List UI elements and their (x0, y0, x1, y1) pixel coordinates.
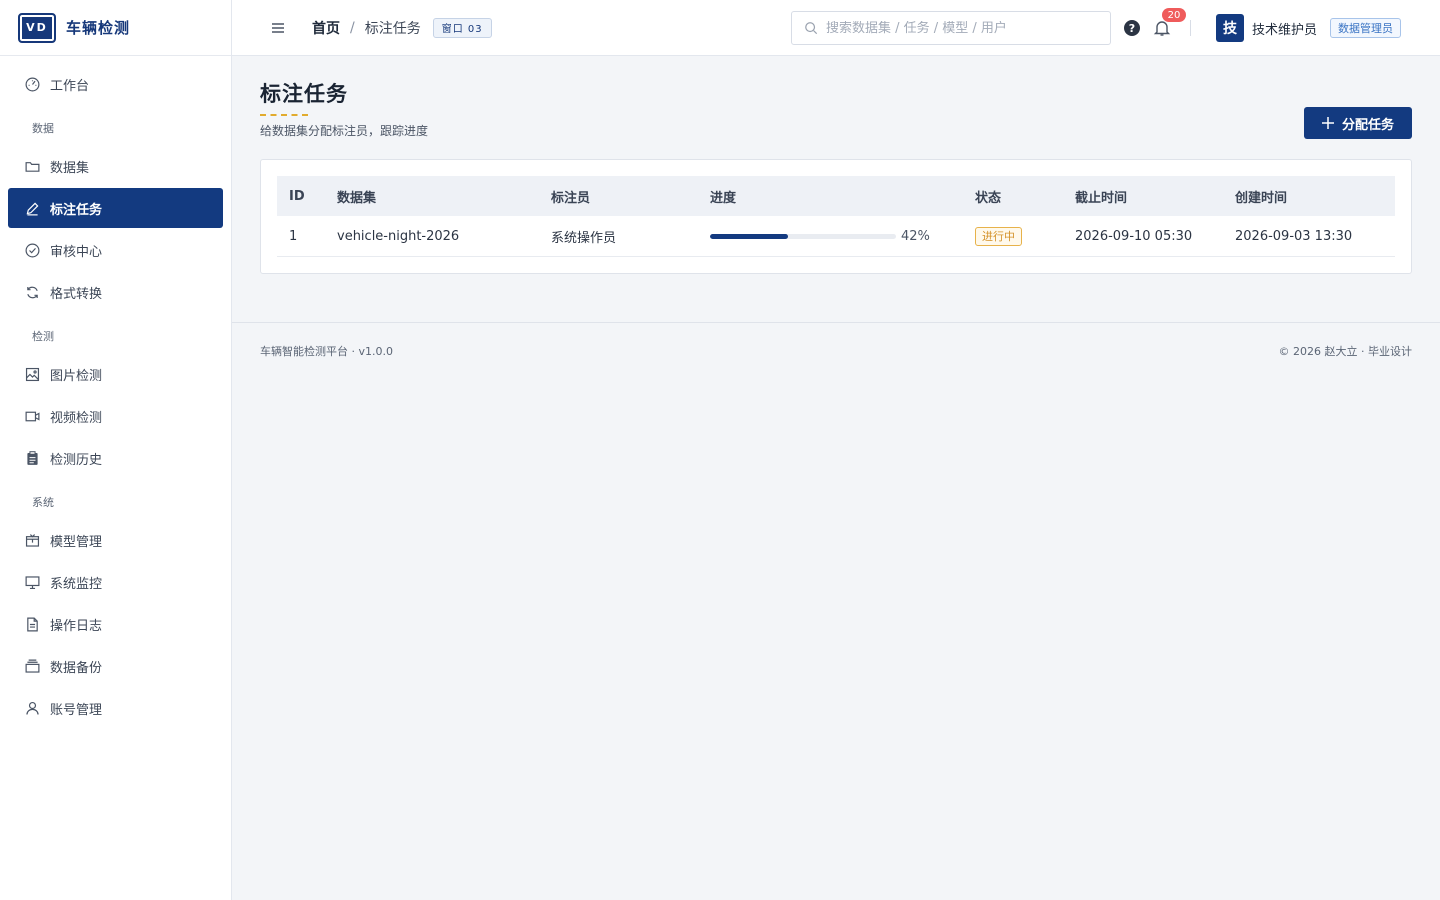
dashboard-icon (25, 77, 40, 91)
sidebar-item-label: 系统监控 (50, 576, 103, 592)
user-icon (26, 701, 39, 715)
breadcrumb-separator: / (350, 19, 355, 36)
sidebar-item-datasets[interactable]: 数据集 (8, 146, 223, 186)
sidebar-item-annotation-tasks[interactable]: 标注任务 (8, 188, 223, 228)
sidebar-item-review-center[interactable]: 审核中心 (8, 230, 223, 270)
folder-icon (25, 161, 40, 172)
sidebar-item-label: 账号管理 (50, 702, 103, 718)
sidebar-item-label: 图片检测 (50, 368, 103, 384)
archive-icon (25, 659, 40, 673)
cell-progress: 42% (710, 229, 975, 244)
page-footer: 车辆智能检测平台 · v1.0.0 © 2026 赵大立 · 毕业设计 (232, 322, 1440, 378)
header-status: 状态 (975, 190, 1002, 206)
footer-copyright: © 2026 赵大立 · 毕业设计 (1278, 345, 1412, 358)
cell-status: 进行中 (975, 226, 1075, 246)
cell-annotator: 系统操作员 (551, 230, 617, 246)
sidebar-item-video-detection[interactable]: 视频检测 (8, 396, 223, 436)
check-circle-icon (25, 243, 40, 257)
breadcrumb: 首页 / 标注任务 窗口 03 (312, 17, 492, 38)
sidebar-item-label: 检测历史 (50, 452, 103, 468)
task-table: ID 数据集 标注员 进度 状态 截止时间 创建时间 1 vehicle-nig… (277, 176, 1395, 257)
header-id: ID (289, 188, 305, 204)
pen-icon (26, 202, 39, 215)
menu-toggle-button[interactable] (270, 20, 286, 36)
page-subtitle: 给数据集分配标注员，跟踪进度 (260, 124, 429, 138)
plus-icon (1321, 117, 1334, 129)
sidebar-item-label: 工作台 (50, 78, 90, 94)
sidebar-item-label: 格式转换 (50, 286, 103, 302)
progress-percent: 42% (901, 228, 930, 244)
sidebar-item-data-backup[interactable]: 数据备份 (8, 646, 223, 686)
monitor-icon (25, 575, 40, 589)
hamburger-icon (272, 22, 284, 33)
main-content: 标注任务 给数据集分配标注员，跟踪进度 分配任务 ID 数据集 标注员 进度 状… (232, 56, 1440, 900)
sidebar-item-label: 数据集 (50, 160, 90, 176)
user-name[interactable]: 技术维护员 (1252, 19, 1317, 38)
cell-id: 1 (289, 228, 298, 244)
breadcrumb-home[interactable]: 首页 (312, 18, 340, 38)
sidebar-item-model-management[interactable]: 模型管理 (8, 520, 223, 560)
refresh-icon (27, 286, 38, 298)
image-icon (25, 367, 40, 381)
header-progress: 进度 (710, 190, 737, 206)
sidebar-item-image-detection[interactable]: 图片检测 (8, 354, 223, 394)
task-table-card: ID 数据集 标注员 进度 状态 截止时间 创建时间 1 vehicle-nig… (260, 159, 1412, 274)
package-icon (25, 533, 40, 547)
help-icon[interactable]: ? (1124, 20, 1140, 36)
search-box[interactable] (791, 11, 1111, 45)
status-badge: 进行中 (975, 226, 1022, 246)
header-created: 创建时间 (1235, 190, 1288, 206)
video-icon (25, 411, 40, 421)
page-title: 标注任务 (260, 82, 348, 106)
search-input[interactable] (826, 20, 1096, 36)
assign-task-label: 分配任务 (1341, 117, 1394, 133)
avatar[interactable]: 技 (1216, 14, 1244, 42)
brand-name: 车辆检测 (66, 19, 131, 37)
sidebar-item-label: 操作日志 (50, 618, 103, 634)
notification-count-badge: 20 (1162, 8, 1186, 22)
sidebar-item-system-monitor[interactable]: 系统监控 (8, 562, 223, 602)
table-header: ID 数据集 标注员 进度 状态 截止时间 创建时间 (277, 176, 1395, 216)
sidebar: VD 车辆检测 工作台 数据 数据集 标注任务 审核中心 格式转换 检测 图片检… (0, 0, 232, 900)
title-underline (260, 114, 308, 116)
sidebar-nav: 工作台 数据 数据集 标注任务 审核中心 格式转换 检测 图片检测 视频检测 检… (0, 56, 231, 728)
table-row[interactable]: 1 vehicle-night-2026 系统操作员 42% 进行中 2026-… (277, 216, 1395, 257)
document-icon (27, 617, 38, 631)
sidebar-item-label: 视频检测 (50, 410, 103, 426)
assign-task-button[interactable]: 分配任务 (1304, 107, 1412, 139)
nav-group-data: 数据 (32, 122, 54, 135)
search-icon (805, 22, 818, 35)
window-badge: 窗口 03 (432, 17, 492, 38)
clipboard-icon (27, 450, 38, 465)
brand[interactable]: VD 车辆检测 (0, 0, 231, 56)
progress-bar (710, 233, 896, 239)
breadcrumb-current: 标注任务 (364, 20, 421, 37)
sidebar-item-label: 模型管理 (50, 534, 103, 550)
role-badge: 数据管理员 (1330, 18, 1401, 38)
sidebar-item-workbench[interactable]: 工作台 (8, 64, 223, 104)
sidebar-item-detection-history[interactable]: 检测历史 (8, 438, 223, 478)
cell-dataset: vehicle-night-2026 (337, 228, 460, 244)
sidebar-item-label: 标注任务 (50, 202, 103, 218)
sidebar-item-label: 数据备份 (50, 660, 103, 676)
svg-text:?: ? (1129, 22, 1135, 35)
sidebar-item-operation-log[interactable]: 操作日志 (8, 604, 223, 644)
cell-deadline: 2026-09-10 05:30 (1075, 228, 1193, 244)
header-dataset: 数据集 (337, 190, 377, 206)
progress-bar-fill (710, 233, 789, 239)
nav-group-detection: 检测 (32, 330, 54, 343)
brand-logo: VD (18, 12, 56, 43)
topbar-divider (1190, 20, 1191, 36)
header-deadline: 截止时间 (1075, 190, 1128, 206)
sidebar-item-account-management[interactable]: 账号管理 (8, 688, 223, 728)
footer-platform-version: 车辆智能检测平台 · v1.0.0 (260, 345, 393, 358)
sidebar-item-label: 审核中心 (50, 244, 103, 260)
sidebar-item-format-conversion[interactable]: 格式转换 (8, 272, 223, 312)
nav-group-system: 系统 (32, 496, 54, 509)
cell-created: 2026-09-03 13:30 (1235, 228, 1353, 244)
topbar: 首页 / 标注任务 窗口 03 ? 20 技 技术维护员 数据管理员 (232, 0, 1440, 56)
header-annotator: 标注员 (551, 190, 591, 206)
